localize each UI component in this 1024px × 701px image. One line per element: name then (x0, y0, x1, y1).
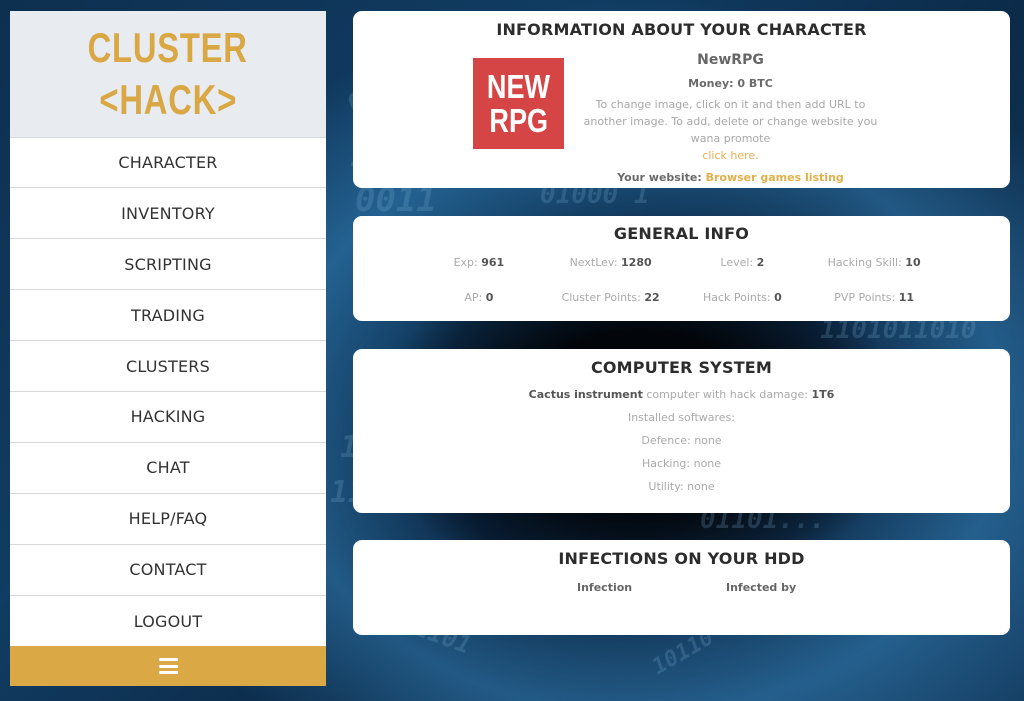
infections-card: INFECTIONS ON YOUR HDD Infection Infecte… (353, 540, 1010, 635)
character-info-title: INFORMATION ABOUT YOUR CHARACTER (496, 20, 867, 39)
character-details: NewRPG Money: 0 BTC To change image, cli… (568, 51, 893, 184)
defence-software: Defence: none (641, 434, 722, 447)
stat-cluster-points: Cluster Points: 22 (545, 291, 677, 304)
logo-line-1: CLUSTER (87, 23, 249, 71)
nav-item-inventory[interactable]: INVENTORY (10, 188, 326, 240)
stat-label: Exp: (453, 256, 478, 269)
stat-value: 1280 (621, 256, 652, 269)
computer-description: Cactus instrument computer with hack dam… (353, 383, 1010, 406)
general-info-title: GENERAL INFO (613, 224, 750, 243)
character-image-text-1: NEW (486, 67, 551, 105)
stat-label: NextLev: (569, 256, 618, 269)
menu-toggle-button[interactable] (10, 646, 326, 686)
character-info-card: INFORMATION ABOUT YOUR CHARACTER NEW RPG… (353, 11, 1010, 188)
stat-ap: AP: 0 (413, 291, 545, 304)
nav-item-help-faq[interactable]: HELP/FAQ (10, 494, 326, 545)
stat-label: PVP Points: (834, 291, 896, 304)
website-link[interactable]: Browser games listing (706, 171, 844, 184)
stat-value: 11 (898, 291, 915, 304)
stat-label: Hacking Skill: (827, 256, 902, 269)
hamburger-icon (158, 658, 178, 675)
money-label: Money: (688, 77, 734, 90)
image-hint-text: To change image, click on it and then ad… (583, 98, 878, 145)
nav-item-contact[interactable]: CONTACT (10, 545, 326, 596)
stat-exp: Exp: 961 (413, 256, 545, 269)
nav-item-hacking[interactable]: HACKING (10, 392, 326, 443)
stat-hack-points: Hack Points: 0 (677, 291, 809, 304)
nav-menu: CHARACTER INVENTORY SCRIPTING TRADING CL… (10, 138, 326, 647)
infected-by-column-header: Infected by (726, 581, 797, 594)
nav-item-character[interactable]: CHARACTER (10, 138, 326, 189)
stat-label: Level: (720, 256, 754, 269)
character-image-text-2: RPG (489, 101, 548, 139)
logo[interactable]: CLUSTER <HACK> (10, 11, 326, 138)
character-image[interactable]: NEW RPG (473, 58, 564, 149)
stat-value: 0 (774, 291, 782, 304)
computer-system-title: COMPUTER SYSTEM (590, 358, 773, 377)
hacking-software: Hacking: none (641, 457, 722, 470)
website-line: Your website: Browser games listing (568, 171, 893, 184)
stat-value: 22 (644, 291, 660, 304)
computer-text: computer with hack damage: (646, 388, 808, 401)
nav-item-scripting[interactable]: SCRIPTING (10, 239, 326, 291)
utility-software: Utility: none (648, 480, 715, 493)
stat-pvp-points: PVP Points: 11 (808, 291, 940, 304)
installed-softwares-label: Installed softwares: (627, 411, 736, 424)
stat-hacking-skill: Hacking Skill: 10 (808, 256, 940, 269)
stat-level: Level: 2 (677, 256, 809, 269)
stat-value: 961 (481, 256, 505, 269)
sidebar: CLUSTER <HACK> CHARACTER INVENTORY SCRIP… (10, 11, 326, 686)
stat-value: 0 (485, 291, 494, 304)
stat-value: 10 (905, 256, 921, 269)
stat-label: AP: (464, 291, 483, 304)
stat-value: 2 (756, 256, 765, 269)
image-hint: To change image, click on it and then ad… (568, 96, 893, 164)
stat-label: Cluster Points: (561, 291, 641, 304)
money-value: 0 BTC (737, 77, 773, 90)
nav-item-trading[interactable]: TRADING (10, 290, 326, 342)
general-info-card: GENERAL INFO Exp: 961 NextLev: 1280 Leve… (353, 216, 1010, 321)
stat-label: Hack Points: (702, 291, 771, 304)
click-here-link[interactable]: click here. (702, 149, 758, 162)
computer-name: Cactus instrument (528, 388, 643, 401)
nav-item-clusters[interactable]: CLUSTERS (10, 341, 326, 392)
hack-damage-value: 1T6 (811, 388, 835, 401)
computer-system-card: COMPUTER SYSTEM Cactus instrument comput… (353, 349, 1010, 513)
character-name: NewRPG (697, 52, 764, 68)
stats-grid: Exp: 961 NextLev: 1280 Level: 2 Hacking … (353, 256, 1010, 304)
stat-nextlev: NextLev: 1280 (545, 256, 677, 269)
logo-line-2: <HACK> (99, 75, 237, 123)
website-label: Your website: (617, 171, 702, 184)
nav-item-logout[interactable]: LOGOUT (10, 596, 326, 647)
infections-title: INFECTIONS ON YOUR HDD (558, 549, 805, 568)
nav-item-chat[interactable]: CHAT (10, 443, 326, 494)
money-line: Money: 0 BTC (568, 77, 893, 90)
infection-column-header: Infection (577, 581, 633, 594)
